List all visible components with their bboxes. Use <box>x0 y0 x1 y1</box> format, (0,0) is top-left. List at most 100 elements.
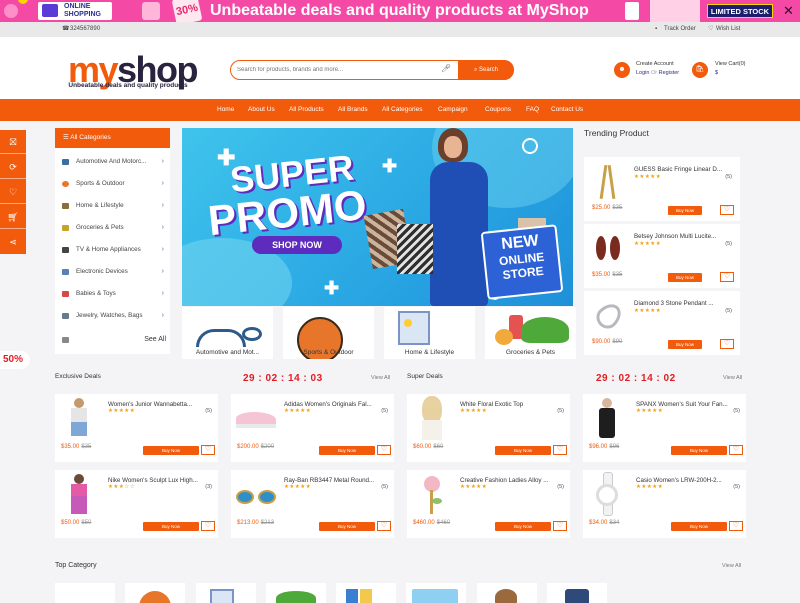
hero-shop-now-button[interactable]: SHOP NOW <box>252 236 342 254</box>
buy-now-button[interactable]: Buy Now <box>495 446 551 455</box>
track-order-link[interactable]: Track Order <box>664 22 696 37</box>
top-category-tile[interactable] <box>196 583 256 603</box>
category-tile[interactable]: Sports & Outdoor <box>283 307 374 359</box>
user-icon[interactable]: ☻ <box>614 62 630 78</box>
search-input[interactable] <box>237 63 437 77</box>
view-cart-link[interactable]: View Cart(0) <box>715 61 745 67</box>
nav-all-categories[interactable]: All Categories <box>382 99 422 121</box>
buy-now-button[interactable]: Buy Now <box>143 446 199 455</box>
deal-product-card[interactable]: Women's Junior Wannabetta... ★★★★★ (5) $… <box>55 394 218 462</box>
trending-product-card[interactable]: Diamond 3 Stone Pendant ... ★★★★★ (5) $9… <box>584 291 740 355</box>
nav-campaign[interactable]: Campaign <box>438 99 468 121</box>
deal-product-card[interactable]: SPANX Women's Suit Your Fan... ★★★★★ (5)… <box>583 394 746 462</box>
deal-product-card[interactable]: Ray-Ban RB3447 Metal Round... ★★★★★ (5) … <box>231 470 394 538</box>
wishlist-heart-icon[interactable]: ♡ <box>553 521 567 531</box>
product-name[interactable]: GUESS Basic Fringe Linear D... <box>634 166 738 173</box>
buy-now-button[interactable]: Buy Now <box>668 206 702 215</box>
buy-now-button[interactable]: Buy Now <box>671 446 727 455</box>
category-item[interactable]: Home & Lifestyle › <box>55 195 170 217</box>
top-category-tile[interactable] <box>266 583 326 603</box>
wishlist-heart-icon[interactable]: ♡ <box>0 180 26 204</box>
product-name[interactable]: Casio Women's LRW-200H-2... <box>636 477 741 484</box>
top-category-tile[interactable] <box>406 583 466 603</box>
wishlist-heart-icon[interactable]: ♡ <box>729 521 743 531</box>
deal-product-card[interactable]: White Floral Exotic Top ★★★★★ (5) $60.00… <box>407 394 570 462</box>
category-tile[interactable]: Home & Lifestyle <box>384 307 475 359</box>
top-category-tile[interactable] <box>477 583 537 603</box>
wishlist-heart-icon[interactable]: ♡ <box>729 445 743 455</box>
microphone-icon[interactable]: 🎤︎ <box>441 64 451 73</box>
view-all-link[interactable]: View All <box>723 375 742 381</box>
wish-list-link[interactable]: Wish List <box>716 22 740 37</box>
gift-icon[interactable]: ⛝ <box>0 130 26 154</box>
promo-banner[interactable]: ONLINE SHOPPING 30% Unbeatable deals and… <box>0 0 800 22</box>
product-name[interactable]: Adidas Women's Originals Fal... <box>284 401 389 408</box>
nav-contact-us[interactable]: Contact Us <box>551 99 583 121</box>
product-name[interactable]: Diamond 3 Stone Pendant ... <box>634 300 738 307</box>
category-item[interactable]: Electronic Devices › <box>55 261 170 283</box>
cart-icon[interactable]: 🛍︎ <box>692 62 708 78</box>
buy-now-button[interactable]: Buy Now <box>495 522 551 531</box>
close-promo-button[interactable]: ✕ <box>783 3 794 19</box>
wishlist-heart-icon[interactable]: ♡ <box>377 521 391 531</box>
cart-tool-icon[interactable]: 🛒︎ <box>0 205 26 229</box>
wishlist-heart-icon[interactable]: ♡ <box>720 339 734 349</box>
product-name[interactable]: SPANX Women's Suit Your Fan... <box>636 401 741 408</box>
nav-faq[interactable]: FAQ <box>526 99 539 121</box>
rating-stars: ★★★★★ <box>284 408 312 414</box>
see-all-categories[interactable]: See All <box>55 329 170 351</box>
create-account-link[interactable]: Create Account <box>636 61 674 67</box>
hero-banner[interactable]: ✚ ✚ ✚ SUPER PROMO SHOP NOW NEW ONLINE ST… <box>182 128 573 306</box>
product-name[interactable]: Women's Junior Wannabetta... <box>108 401 213 408</box>
top-category-tile[interactable] <box>125 583 185 603</box>
category-tile[interactable]: Groceries & Pets <box>485 307 576 359</box>
category-item[interactable]: Sports & Outdoor › <box>55 173 170 195</box>
product-name[interactable]: Creative Fashion Ladies Alloy ... <box>460 477 565 484</box>
buy-now-button[interactable]: Buy Now <box>319 522 375 531</box>
top-category-tile[interactable] <box>547 583 607 603</box>
category-tile[interactable]: Automotive and Mot... <box>182 307 273 359</box>
view-all-link[interactable]: View All <box>722 563 741 569</box>
wishlist-heart-icon[interactable]: ♡ <box>201 521 215 531</box>
wishlist-heart-icon[interactable]: ♡ <box>377 445 391 455</box>
nav-all-products[interactable]: All Products <box>289 99 324 121</box>
wishlist-heart-icon[interactable]: ♡ <box>201 445 215 455</box>
category-item[interactable]: Jewelry, Watches, Bags › <box>55 305 170 327</box>
trending-product-card[interactable]: Betsey Johnson Multi Lucite... ★★★★★ (5)… <box>584 224 740 288</box>
buy-now-button[interactable]: Buy Now <box>143 522 199 531</box>
register-link[interactable]: Register <box>659 70 679 76</box>
top-category-tile[interactable] <box>55 583 115 603</box>
nav-coupons[interactable]: Coupons <box>485 99 511 121</box>
top-category-tile[interactable] <box>336 583 396 603</box>
buy-now-button[interactable]: Buy Now <box>671 522 727 531</box>
all-categories-header[interactable]: ☰ All Categories <box>55 128 170 148</box>
trending-product-card[interactable]: GUESS Basic Fringe Linear D... ★★★★★ (5)… <box>584 157 740 221</box>
wishlist-heart-icon[interactable]: ♡ <box>720 272 734 282</box>
deal-product-card[interactable]: Casio Women's LRW-200H-2... ★★★★★ (5) $3… <box>583 470 746 538</box>
login-link[interactable]: Login <box>636 70 649 76</box>
deal-product-card[interactable]: Nike Women's Sculpt Lux High... ★★★☆☆ (3… <box>55 470 218 538</box>
view-all-link[interactable]: View All <box>371 375 390 381</box>
buy-now-button[interactable]: Buy Now <box>668 273 702 282</box>
category-item[interactable]: TV & Home Appliances › <box>55 239 170 261</box>
product-name[interactable]: Nike Women's Sculpt Lux High... <box>108 477 213 484</box>
product-name[interactable]: Betsey Johnson Multi Lucite... <box>634 233 738 240</box>
nav-about-us[interactable]: About Us <box>248 99 275 121</box>
product-name[interactable]: White Floral Exotic Top <box>460 401 565 408</box>
share-icon[interactable]: ⋖ <box>0 230 26 254</box>
search-button[interactable]: ⌕ Search <box>458 60 514 80</box>
buy-now-button[interactable]: Buy Now <box>668 340 702 349</box>
category-item[interactable]: Babies & Toys › <box>55 283 170 305</box>
category-item[interactable]: Groceries & Pets › <box>55 217 170 239</box>
buy-now-button[interactable]: Buy Now <box>319 446 375 455</box>
wishlist-heart-icon[interactable]: ♡ <box>720 205 734 215</box>
wishlist-heart-icon[interactable]: ♡ <box>553 445 567 455</box>
deal-product-card[interactable]: Adidas Women's Originals Fal... ★★★★★ (5… <box>231 394 394 462</box>
nav-all-brands[interactable]: All Brands <box>338 99 368 121</box>
deal-product-card[interactable]: Creative Fashion Ladies Alloy ... ★★★★★ … <box>407 470 570 538</box>
compare-icon[interactable]: ⟳ <box>0 155 26 179</box>
nav-home[interactable]: Home <box>217 99 234 121</box>
category-item[interactable]: Automotive And Motorc... › <box>55 151 170 173</box>
product-name[interactable]: Ray-Ban RB3447 Metal Round... <box>284 477 389 484</box>
fifty-percent-badge[interactable]: 50% <box>0 351 30 369</box>
